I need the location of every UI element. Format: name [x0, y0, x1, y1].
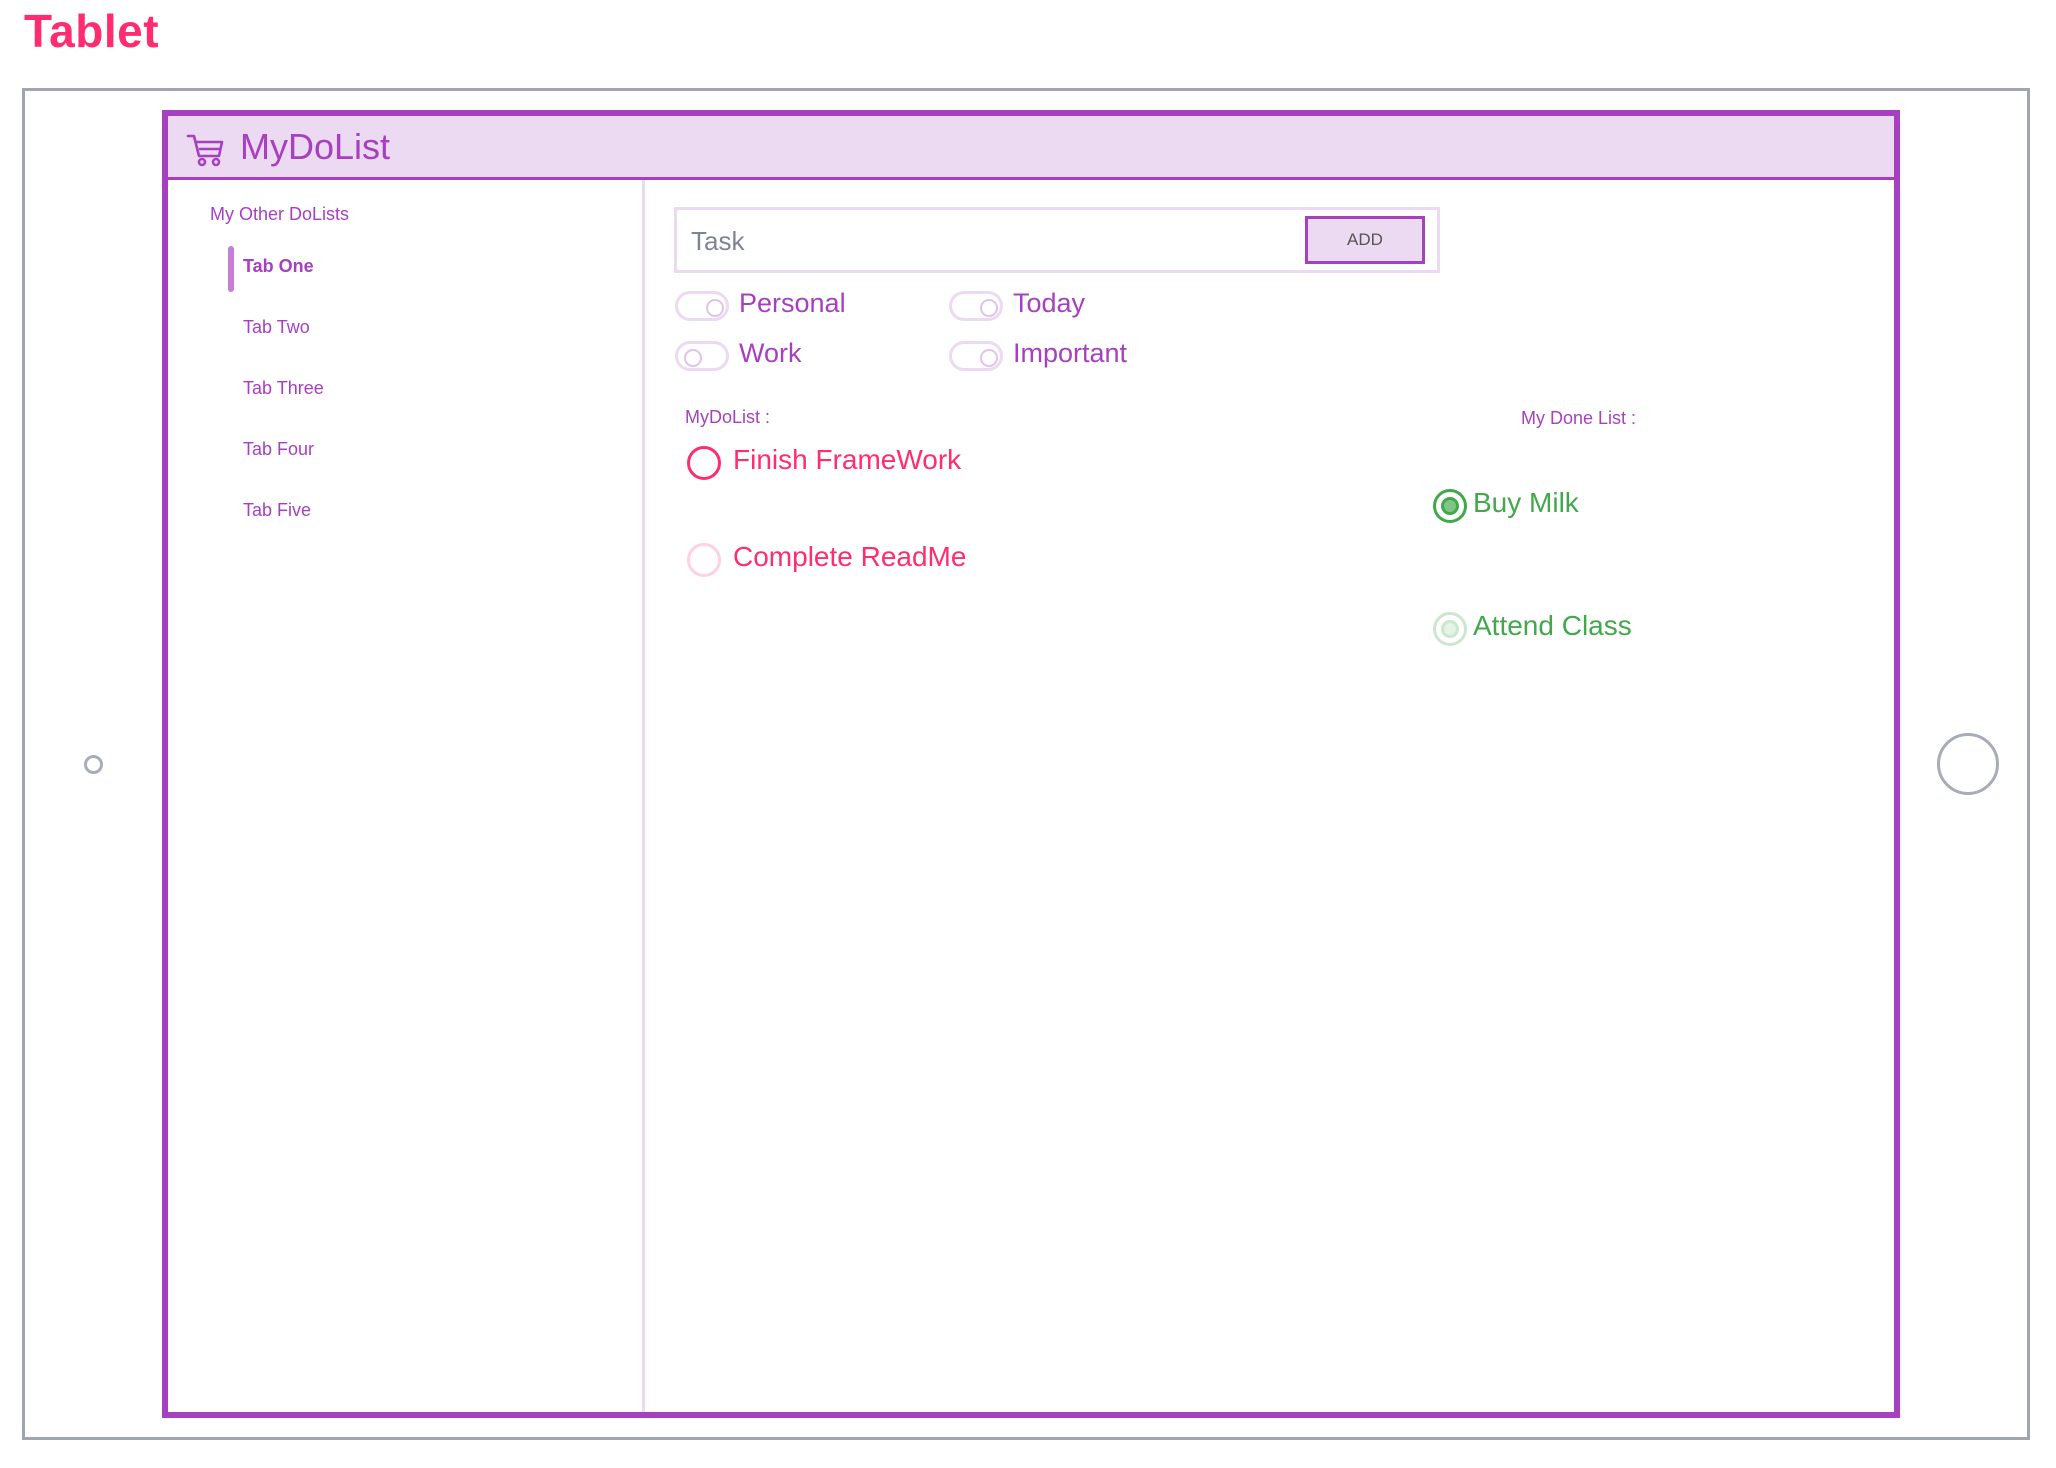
toggle-knob	[706, 299, 724, 317]
toggle-knob	[684, 349, 702, 367]
done-list-heading: My Done List :	[1521, 408, 1637, 428]
toggle-knob	[980, 349, 998, 367]
done-radio[interactable]	[1433, 612, 1467, 646]
todo-radio[interactable]	[687, 446, 721, 480]
sidebar-tab-three[interactable]: Tab Three	[228, 368, 608, 414]
work-toggle-row[interactable]: Work	[675, 338, 955, 374]
toggle-label: Today	[1013, 288, 1086, 318]
sidebar-tab-one[interactable]: Tab One	[228, 246, 608, 292]
device-title: Tablet	[24, 5, 160, 57]
tab-label: Tab One	[243, 256, 314, 276]
today-toggle[interactable]	[949, 291, 1003, 321]
sidebar: My Other DoLists Tab One Tab Two Tab Thr…	[168, 180, 645, 1412]
sidebar-tab-five[interactable]: Tab Five	[228, 490, 608, 536]
tab-label: Tab Two	[243, 317, 310, 337]
todo-radio[interactable]	[687, 543, 721, 577]
mydolist-heading: MyDoList :	[685, 407, 771, 427]
toggle-label: Work	[739, 338, 802, 368]
task-bar: ADD	[674, 207, 1440, 273]
personal-toggle-row[interactable]: Personal	[675, 288, 955, 324]
toggle-label: Important	[1013, 338, 1128, 368]
tab-label: Tab Three	[243, 378, 324, 398]
important-toggle-row[interactable]: Important	[949, 338, 1229, 374]
task-input[interactable]	[689, 218, 1293, 264]
active-tab-indicator	[228, 246, 234, 292]
toggle-label: Personal	[739, 288, 846, 318]
shopping-cart-icon	[186, 132, 226, 168]
today-toggle-row[interactable]: Today	[949, 288, 1229, 324]
done-radio[interactable]	[1433, 489, 1467, 523]
tab-label: Tab Four	[243, 439, 315, 459]
done-item[interactable]: Buy Milk	[1433, 487, 1833, 527]
done-label: Buy Milk	[1473, 487, 1579, 518]
sidebar-tab-two[interactable]: Tab Two	[228, 307, 608, 353]
todo-item[interactable]: Complete ReadMe	[687, 541, 1087, 581]
app-header: MyDoList	[168, 116, 1894, 180]
done-label: Attend Class	[1473, 610, 1632, 641]
important-toggle[interactable]	[949, 341, 1003, 371]
app-title: MyDoList	[240, 126, 391, 167]
tab-label: Tab Five	[243, 500, 312, 520]
sidebar-tab-four[interactable]: Tab Four	[228, 429, 608, 475]
home-button[interactable]	[1937, 733, 1999, 795]
add-button[interactable]: ADD	[1305, 216, 1425, 264]
personal-toggle[interactable]	[675, 291, 729, 321]
camera-icon	[84, 755, 103, 774]
sidebar-heading: My Other DoLists	[210, 204, 350, 224]
app-window: MyDoList My Other DoLists Tab One Tab Tw…	[162, 110, 1900, 1418]
work-toggle[interactable]	[675, 341, 729, 371]
toggle-knob	[980, 299, 998, 317]
todo-item[interactable]: Finish FrameWork	[687, 444, 1087, 484]
done-item[interactable]: Attend Class	[1433, 610, 1833, 650]
todo-label: Finish FrameWork	[733, 444, 962, 475]
todo-label: Complete ReadMe	[733, 541, 967, 572]
